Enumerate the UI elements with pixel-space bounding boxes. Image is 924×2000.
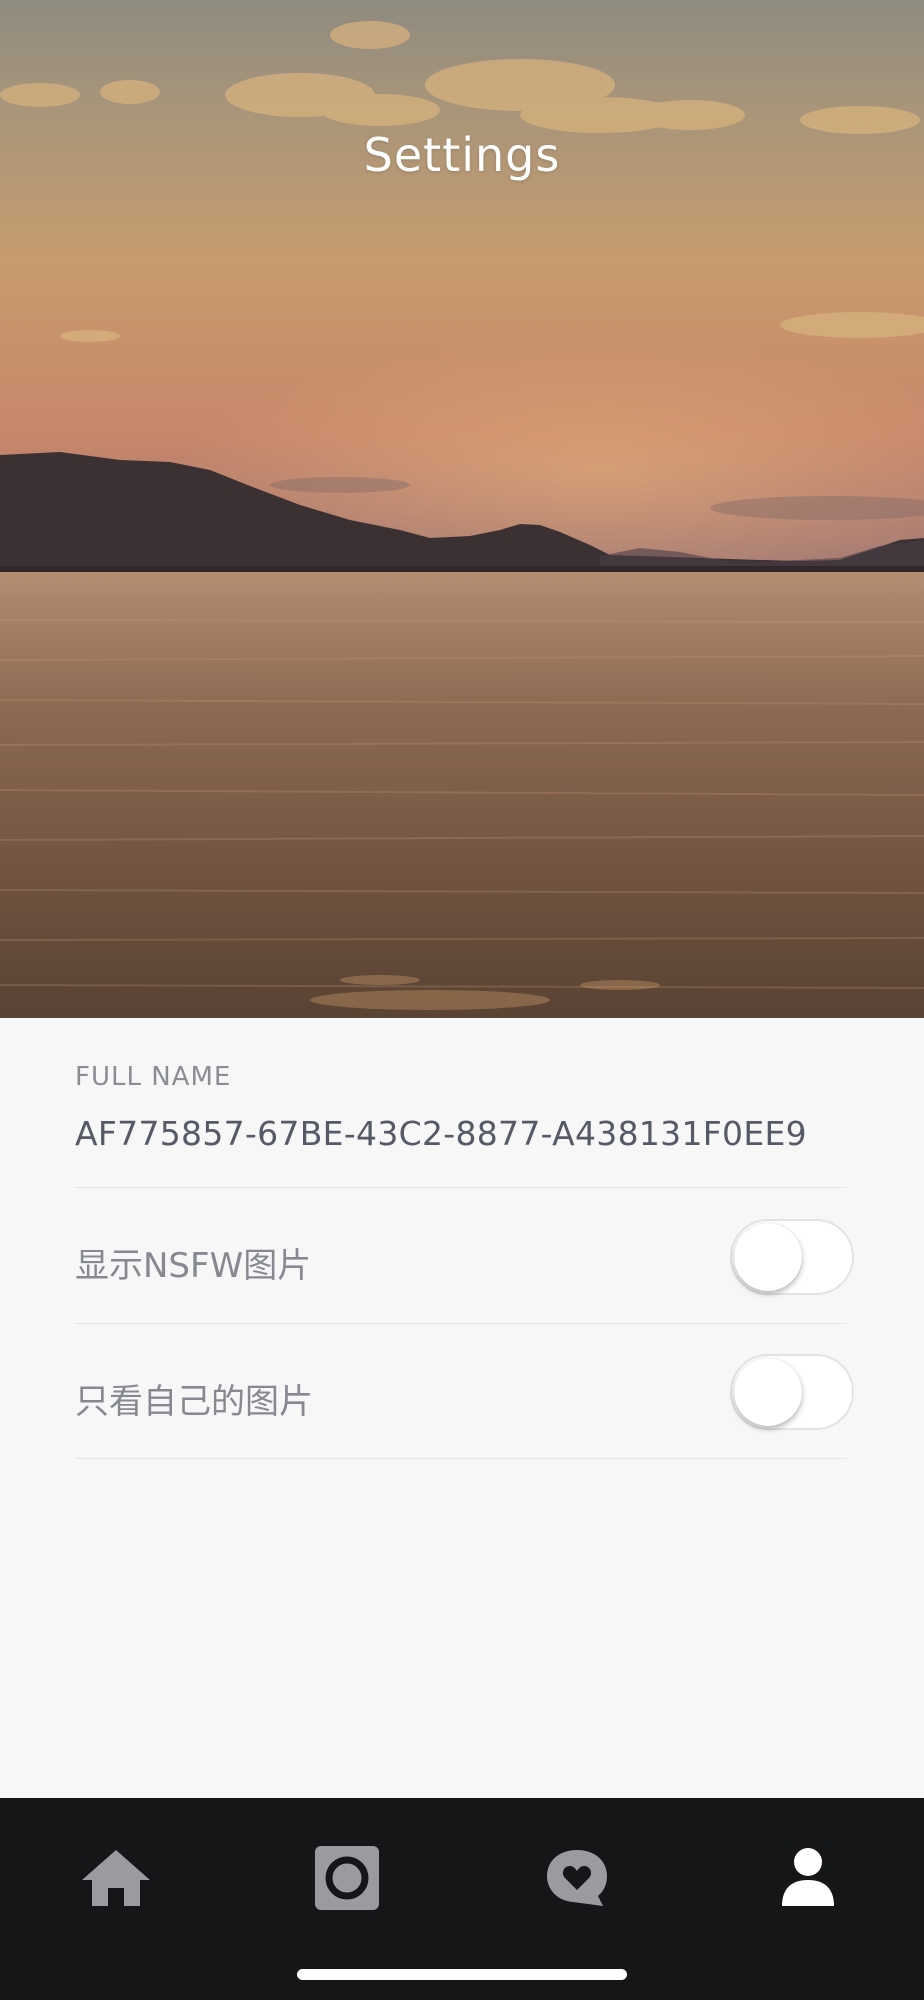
- show-nsfw-toggle[interactable]: [730, 1219, 854, 1295]
- home-indicator: [297, 1969, 627, 1980]
- page-title: Settings: [363, 128, 561, 182]
- only-my-images-toggle[interactable]: [730, 1354, 854, 1430]
- only-my-images-label: 只看自己的图片: [75, 1382, 313, 1422]
- heart-chat-icon: [547, 1850, 607, 1906]
- show-nsfw-label: 显示NSFW图片: [75, 1246, 312, 1286]
- tab-profile[interactable]: [748, 1828, 868, 1928]
- divider: [75, 1458, 847, 1459]
- profile-icon: [782, 1848, 834, 1906]
- full-name-value[interactable]: AF775857-67BE-43C2-8877-A438131F0EE9: [75, 1114, 807, 1153]
- full-name-label: FULL NAME: [75, 1062, 232, 1092]
- tab-home[interactable]: [56, 1828, 176, 1928]
- divider: [75, 1323, 847, 1324]
- tab-camera[interactable]: [287, 1828, 407, 1928]
- home-icon: [82, 1850, 150, 1906]
- divider: [75, 1187, 847, 1188]
- toggle-knob: [734, 1358, 802, 1426]
- toggle-knob: [734, 1223, 802, 1291]
- camera-icon: [315, 1846, 379, 1910]
- tab-activity[interactable]: [517, 1828, 637, 1928]
